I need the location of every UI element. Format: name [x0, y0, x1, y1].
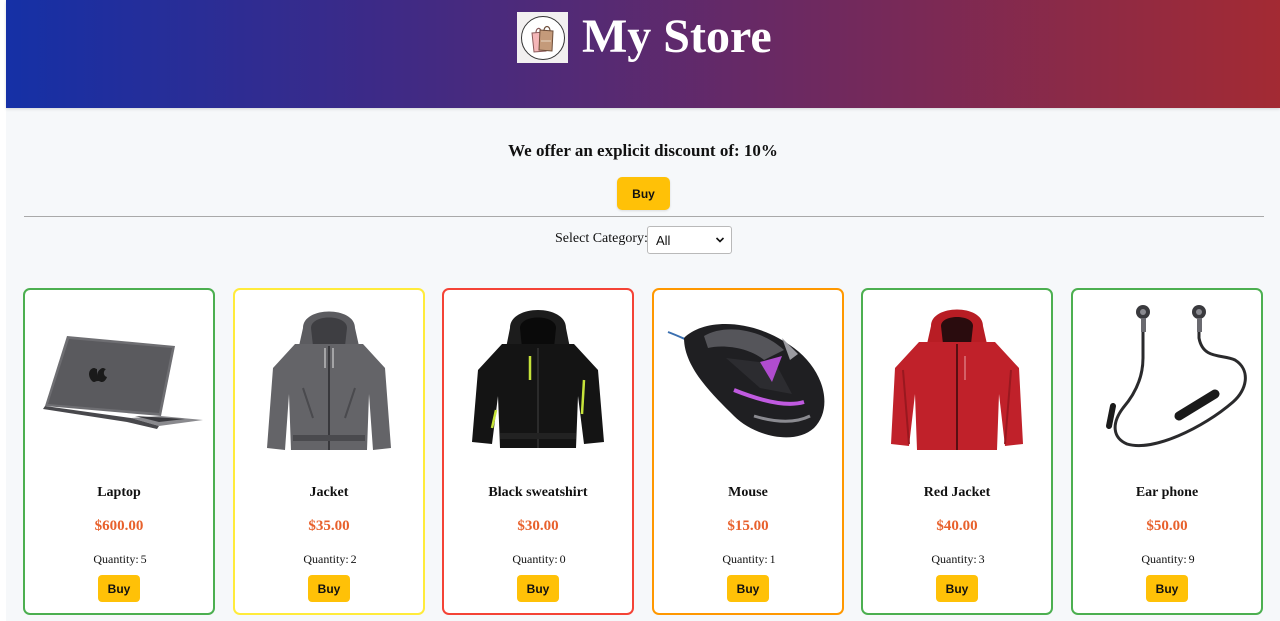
quantity-label: Quantity:: [1141, 552, 1187, 566]
buy-button[interactable]: Buy: [727, 575, 769, 602]
buy-button[interactable]: Buy: [1146, 575, 1188, 602]
product-price: $50.00: [1146, 518, 1188, 534]
store-title: My Store: [582, 10, 772, 63]
store-logo: [517, 12, 568, 63]
product-name: Black sweatshirt: [488, 485, 588, 500]
quantity-value: 3: [978, 552, 985, 566]
black-hoodie-icon: [454, 298, 622, 458]
quantity-label: Quantity:: [512, 552, 558, 566]
product-name: Ear phone: [1135, 485, 1199, 500]
divider: [24, 216, 1264, 217]
product-card-red-jacket: Red Jacket $40.00 Quantity: 3 Buy: [861, 288, 1053, 615]
quantity-value: 0: [559, 552, 566, 566]
product-quantity: Quantity: 5: [25, 552, 213, 567]
category-selected-value: All: [656, 232, 671, 248]
chevron-down-icon: [715, 237, 725, 243]
discount-text: We offer an explicit discount of: 10%: [508, 141, 778, 160]
quantity-value: 1: [769, 552, 776, 566]
buy-button[interactable]: Buy: [936, 575, 978, 602]
product-name: Mouse: [728, 485, 768, 500]
store-header: My Store: [6, 0, 1280, 108]
product-quantity: Quantity: 0: [444, 552, 632, 567]
buy-button[interactable]: Buy: [517, 575, 559, 602]
product-price: $35.00: [308, 518, 350, 534]
quantity-value: 9: [1188, 552, 1195, 566]
product-name: Laptop: [97, 485, 141, 500]
quantity-label: Quantity:: [303, 552, 349, 566]
product-quantity: Quantity: 9: [1073, 552, 1261, 567]
quantity-label: Quantity:: [93, 552, 139, 566]
product-card-jacket: Jacket $35.00 Quantity: 2 Buy: [233, 288, 425, 615]
quantity-value: 2: [350, 552, 357, 566]
product-quantity: Quantity: 1: [654, 552, 842, 567]
buy-button[interactable]: Buy: [98, 575, 140, 602]
quantity-label: Quantity:: [931, 552, 977, 566]
earphones-icon: [1083, 298, 1251, 458]
buy-button[interactable]: Buy: [308, 575, 350, 602]
store-page: My Store We offer an explicit discount o…: [6, 0, 1280, 621]
product-card-mouse: Mouse $15.00 Quantity: 1 Buy: [652, 288, 844, 615]
product-card-laptop: Laptop $600.00 Quantity: 5 Buy: [23, 288, 215, 615]
laptop-icon: [35, 298, 203, 458]
gray-hoodie-icon: [245, 298, 413, 458]
category-select[interactable]: All: [647, 226, 732, 254]
product-card-ear-phone: Ear phone $50.00 Quantity: 9 Buy: [1071, 288, 1263, 615]
product-name: Red Jacket: [923, 485, 991, 500]
category-label: Select Category:: [555, 231, 648, 246]
product-name: Jacket: [309, 485, 349, 500]
product-price: $40.00: [936, 518, 978, 534]
product-quantity: Quantity: 2: [235, 552, 423, 567]
product-price: $600.00: [94, 518, 144, 534]
quantity-value: 5: [140, 552, 147, 566]
product-price: $15.00: [727, 518, 769, 534]
product-price: $30.00: [517, 518, 559, 534]
shopping-bags-icon: [520, 15, 565, 60]
red-jacket-icon: [873, 298, 1041, 458]
product-quantity: Quantity: 3: [863, 552, 1051, 567]
product-card-black-sweatshirt: Black sweatshirt $30.00 Quantity: 0 Buy: [442, 288, 634, 615]
promo-buy-button[interactable]: Buy: [617, 177, 670, 210]
gaming-mouse-icon: [664, 298, 832, 458]
quantity-label: Quantity:: [722, 552, 768, 566]
